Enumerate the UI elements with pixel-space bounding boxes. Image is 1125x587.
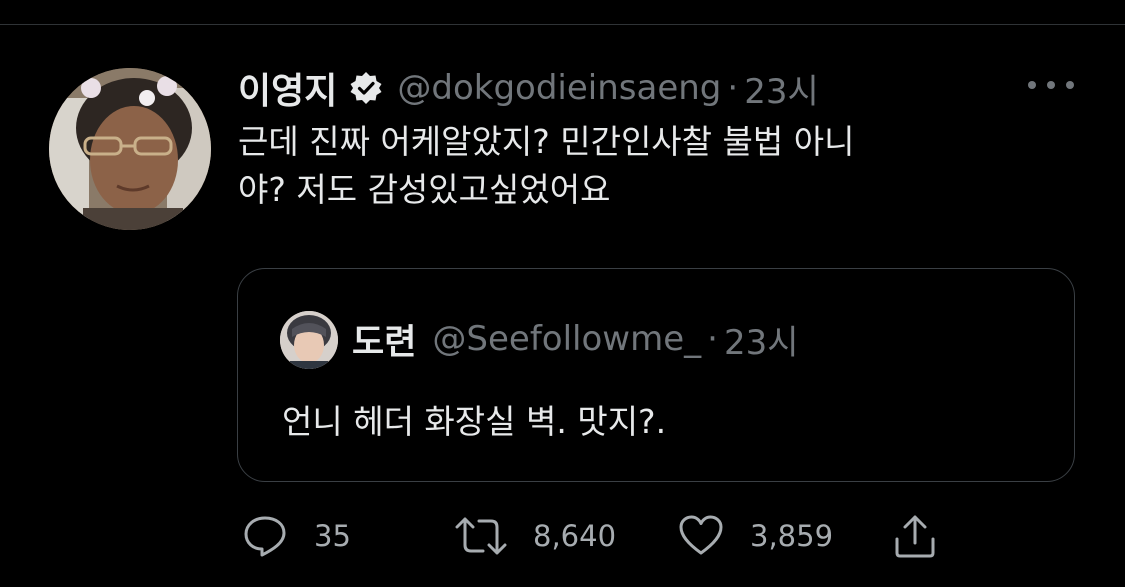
verified-badge-icon <box>349 71 383 105</box>
author-handle[interactable]: @dokgodieinsaeng <box>397 68 721 108</box>
quoted-author-avatar[interactable] <box>280 311 338 369</box>
quoted-handle[interactable]: @Seefollowme_ <box>432 319 701 359</box>
tweet-header: 이영지 @dokgodieinsaeng · 23시 <box>238 60 819 116</box>
reply-count: 35 <box>314 519 351 553</box>
author-avatar-image <box>49 68 211 230</box>
quoted-display-name[interactable]: 도련 <box>352 314 416 365</box>
share-button[interactable] <box>892 513 938 559</box>
like-icon <box>679 515 723 555</box>
like-count: 3,859 <box>750 519 834 553</box>
author-avatar[interactable] <box>49 68 211 230</box>
author-display-name[interactable]: 이영지 <box>238 62 337 114</box>
reply-button[interactable]: 35 <box>242 513 351 559</box>
tweet-text: 근데 진짜 어케알았지? 민간인사찰 불법 아니 야? 저도 감성있고싶었어요 <box>238 122 855 209</box>
retweet-count: 8,640 <box>533 519 617 553</box>
quoted-avatar-image <box>280 311 338 369</box>
quoted-timestamp[interactable]: 23시 <box>724 315 799 364</box>
share-icon <box>895 515 935 558</box>
tweet-timestamp[interactable]: 23시 <box>744 64 819 113</box>
like-button[interactable]: 3,859 <box>678 513 833 559</box>
quoted-separator: · <box>707 319 718 359</box>
quoted-tweet[interactable]: 도련 @Seefollowme_ · 23시 언니 헤더 화장실 벽. 맛지?. <box>237 268 1075 482</box>
header-separator: · <box>727 68 739 108</box>
retweet-icon <box>455 517 507 555</box>
reply-icon <box>244 516 286 557</box>
retweet-button[interactable]: 8,640 <box>455 513 616 559</box>
quoted-tweet-text: 언니 헤더 화장실 벽. 맛지?. <box>282 402 667 441</box>
action-bar: 35 8,640 3,859 <box>0 505 1125 569</box>
more-options-icon[interactable] <box>1028 70 1074 100</box>
top-divider <box>0 24 1125 25</box>
quoted-tweet-header: 도련 @Seefollowme_ · 23시 <box>352 313 799 365</box>
